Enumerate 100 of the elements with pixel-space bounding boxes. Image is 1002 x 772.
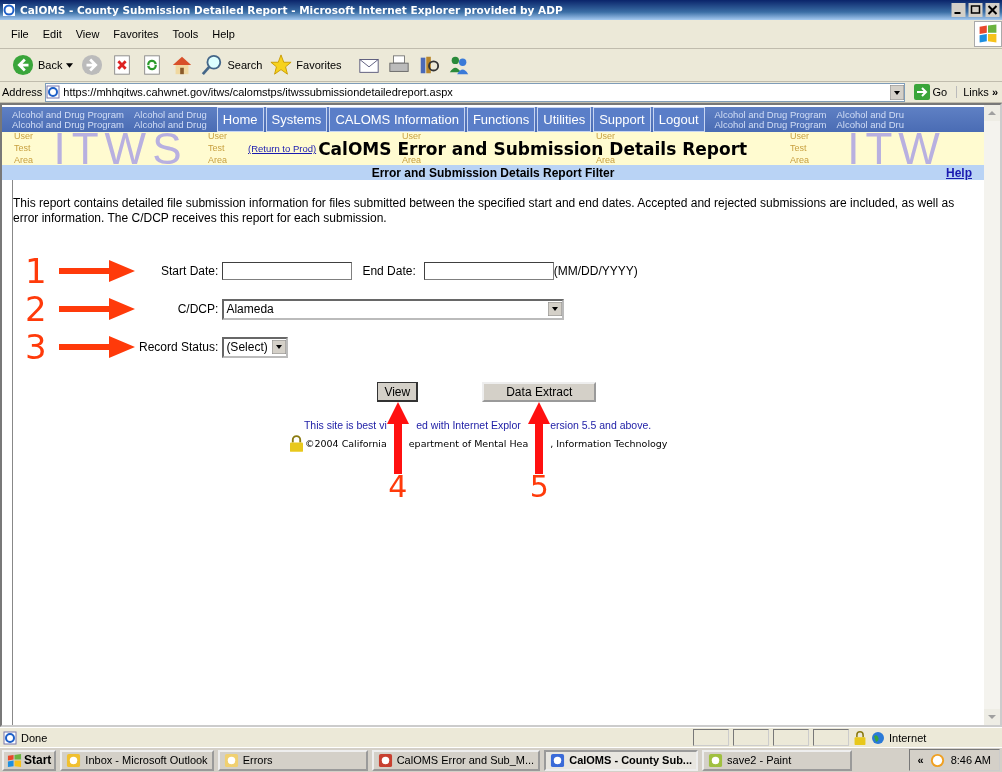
filter-title: Error and Submission Details Report Filter (371, 165, 615, 180)
start-date-field[interactable] (222, 262, 353, 280)
app-icon (377, 752, 393, 768)
cdcp-dropdown[interactable]: Alameda (222, 298, 565, 320)
status-text: Done (21, 731, 49, 744)
star-icon (270, 54, 293, 76)
annotation-number: 5 (529, 472, 549, 502)
banner-text: Alcohol and Dru (836, 119, 905, 130)
caret-icon (66, 62, 74, 68)
nav-tab[interactable]: Support (593, 107, 651, 132)
banner-text: Alcohol and Drug Program (12, 109, 124, 120)
padlock-icon (853, 730, 867, 745)
back-button[interactable]: Back (10, 54, 76, 76)
area-label: Test (208, 144, 226, 153)
nav-tab[interactable]: Functions (466, 107, 536, 132)
app-icon (223, 752, 239, 768)
page-icon (46, 85, 61, 99)
date-format-hint: (MM/DD/YYYY) (553, 264, 638, 278)
area-label: User (402, 132, 422, 141)
tray-toggle[interactable]: « (917, 754, 924, 766)
zone-text: Internet (889, 731, 928, 744)
banner-text: Alcohol and Drug Program (714, 119, 827, 130)
home-icon[interactable] (171, 54, 194, 76)
address-field[interactable]: https://mhhqitws.cahwnet.gov/itws/calomstps/itwssubmissiondetailedreport.aspx (45, 82, 905, 102)
banner-text: Alcohol and Dru (836, 109, 905, 120)
clock-time: 8:46 AM (950, 754, 991, 766)
area-label: User (208, 132, 228, 141)
area-label: Area (14, 156, 33, 165)
nav-tab[interactable]: CALOMS Information (329, 107, 465, 132)
people-icon[interactable] (447, 54, 470, 76)
browser-icon (2, 3, 16, 17)
nav-tab[interactable]: Logout (652, 107, 705, 132)
nav-tab[interactable]: Utilities (537, 107, 592, 132)
return-link[interactable]: (Return to Prod) (248, 143, 317, 154)
banner-text: Alcohol and Drug (133, 119, 207, 130)
close-icon[interactable] (985, 3, 1000, 17)
area-label: Area (596, 156, 616, 165)
annotation-number: 1 (25, 256, 48, 286)
menu-item[interactable]: Tools (165, 28, 206, 40)
view-button[interactable]: View (377, 382, 419, 402)
dropdown-arrow-icon[interactable] (889, 84, 904, 100)
arrow-right-icon (59, 297, 135, 321)
end-date-field[interactable] (423, 262, 554, 280)
menu-item[interactable]: File (4, 28, 36, 40)
taskbar-button[interactable]: Inbox - Microsoft Outlook (60, 749, 214, 771)
globe-icon (871, 730, 885, 745)
annotation-number: 3 (25, 332, 48, 362)
area-label: Test (790, 144, 808, 153)
browser-note-text: ed with Internet Explor (416, 419, 521, 431)
annotation-number: 4 (388, 472, 408, 502)
copyright-text: , Information Technology (550, 437, 669, 449)
clock-icon (929, 752, 945, 768)
watermark-text: ITWS (52, 132, 189, 165)
copyright-text: ©2004 California (304, 437, 387, 449)
banner-text: Alcohol and Drug (133, 109, 207, 120)
area-label: User (14, 132, 33, 141)
taskbar-button[interactable]: save2 - Paint (702, 749, 853, 771)
minimize-icon[interactable] (951, 3, 966, 17)
browser-note-text: ersion 5.5 and above. (550, 419, 653, 431)
menu-item[interactable]: View (68, 28, 107, 40)
menu-item[interactable]: Edit (35, 28, 69, 40)
menu-item[interactable]: Help (205, 28, 242, 40)
links-label[interactable]: Links (956, 86, 989, 98)
maximize-icon[interactable] (968, 3, 983, 17)
arrow-right-icon (59, 335, 135, 359)
taskbar-button[interactable]: CalOMS - County Sub... (544, 749, 699, 771)
nav-tab[interactable]: Home (216, 107, 264, 132)
annotation-number: 2 (25, 294, 48, 324)
arrow-right-icon (913, 84, 930, 100)
app-icon (550, 752, 566, 768)
search-button[interactable]: Search (199, 54, 265, 76)
app-icon (708, 752, 724, 768)
windows-flag-icon (974, 21, 1002, 47)
nav-tab[interactable]: Systems (265, 107, 328, 132)
area-label: Area (208, 156, 228, 165)
menu-item[interactable]: Favorites (106, 28, 166, 40)
windows-flag-icon (7, 752, 22, 768)
arrow-up-icon (528, 402, 551, 474)
arrow-right-icon (59, 259, 135, 283)
record-status-dropdown[interactable]: (Select) (222, 336, 288, 358)
start-date-label: Start Date: (160, 264, 219, 278)
more-chevron[interactable]: » (991, 86, 1000, 98)
arrow-up-icon (386, 402, 409, 474)
page-icon (3, 730, 17, 745)
search-icon (201, 54, 224, 76)
data-extract-button[interactable]: Data Extract (482, 382, 597, 402)
dropdown-arrow-icon[interactable] (271, 340, 286, 354)
help-link[interactable]: Help (946, 165, 972, 180)
copyright-text: epartment of Mental Hea (408, 437, 529, 449)
description-text: This report contains detailed file submission information for files submitted between the specified start and end dates. Accepted and rejected submissions are included, as well as error information. The C/DCP receives this report for each submission. (13, 196, 956, 226)
taskbar-button[interactable]: CalOMS Error and Sub_M... (371, 749, 541, 771)
banner-text: Alcohol and Drug Program (12, 119, 124, 130)
start-button[interactable]: Start (2, 749, 57, 771)
watermark-text: ITW (846, 132, 947, 165)
favorites-button[interactable]: Favorites (268, 54, 344, 76)
browser-note-text: This site is best vi (303, 419, 387, 431)
taskbar-button[interactable]: Errors (217, 749, 368, 771)
area-label: Area (790, 156, 810, 165)
go-button[interactable]: Go (907, 84, 954, 100)
dropdown-arrow-icon[interactable] (548, 302, 563, 316)
